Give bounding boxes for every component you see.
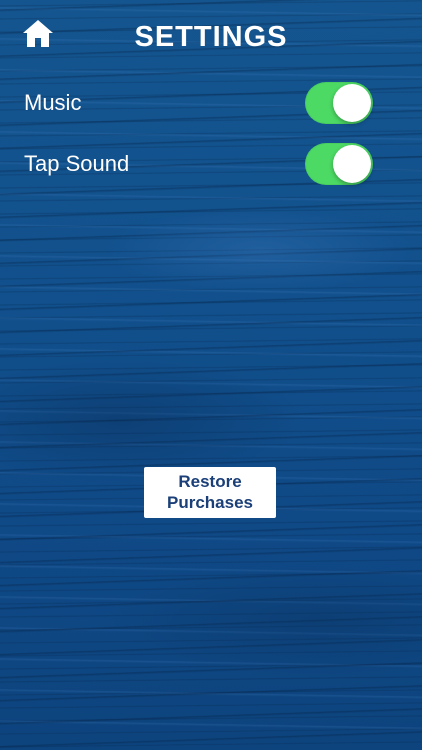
toggle-knob bbox=[333, 145, 371, 183]
toggle-knob bbox=[333, 84, 371, 122]
setting-row-tap-sound: Tap Sound bbox=[0, 141, 422, 189]
setting-label-music: Music bbox=[24, 90, 82, 115]
restore-button-line1: Restore bbox=[178, 472, 242, 491]
setting-row-music: Music bbox=[0, 80, 422, 128]
restore-button-line2: Purchases bbox=[167, 493, 253, 512]
tap-sound-toggle[interactable] bbox=[305, 143, 373, 185]
settings-screen: SETTINGS Music Tap Sound Restore Purchas… bbox=[0, 0, 422, 750]
page-title: SETTINGS bbox=[134, 21, 288, 53]
music-toggle[interactable] bbox=[305, 82, 373, 124]
setting-label-tap-sound: Tap Sound bbox=[24, 151, 130, 176]
restore-purchases-button[interactable]: Restore Purchases bbox=[144, 467, 276, 518]
